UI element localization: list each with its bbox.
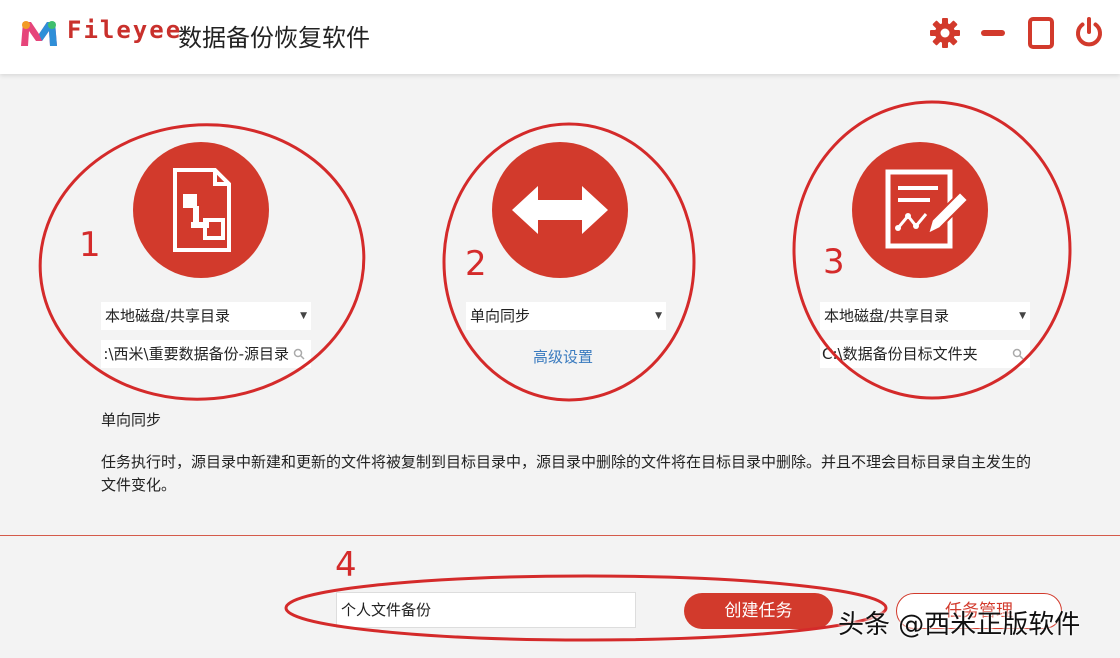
fileyee-logo-icon — [21, 21, 57, 46]
annotation-number: 4 — [335, 545, 357, 585]
settings-button[interactable] — [928, 16, 962, 50]
search-icon[interactable] — [1012, 348, 1024, 360]
close-button[interactable] — [1072, 16, 1106, 50]
target-button[interactable] — [852, 142, 988, 278]
target-type-value: 本地磁盘/共享目录 — [824, 307, 950, 325]
search-icon[interactable] — [293, 348, 305, 360]
advanced-settings-link[interactable]: 高级设置 — [533, 346, 593, 367]
footer-divider — [0, 535, 1120, 536]
source-path-input[interactable]: D:\西米\重要数据备份-源目录 — [101, 340, 311, 368]
task-name-input[interactable]: 个人文件备份 — [336, 592, 636, 628]
minimize-icon — [981, 30, 1005, 36]
source-type-select[interactable]: 本地磁盘/共享目录 ▼ — [101, 302, 311, 330]
maximize-button[interactable] — [1024, 16, 1058, 50]
file-tree-icon — [173, 168, 231, 252]
mode-button[interactable] — [492, 142, 628, 278]
gear-icon — [930, 18, 960, 48]
mode-description-text: 任务执行时，源目录中新建和更新的文件将被复制到目标目录中，源目录中删除的文件将在… — [101, 453, 1032, 494]
watermark-text: 头条 @西米正版软件 — [838, 610, 1081, 640]
maximize-icon — [1028, 17, 1054, 49]
minimize-button[interactable] — [976, 16, 1010, 50]
chevron-down-icon: ▼ — [300, 311, 307, 321]
create-task-button[interactable]: 创建任务 — [684, 593, 833, 629]
chevron-down-icon: ▼ — [655, 311, 662, 321]
chevron-down-icon: ▼ — [1019, 311, 1026, 321]
source-path-text: D:\西米\重要数据备份-源目录 — [103, 345, 289, 363]
title-bar: Fileyee 数据备份恢复软件 — [0, 0, 1120, 74]
annotation-number: 1 — [79, 225, 101, 265]
power-icon — [1076, 17, 1102, 47]
source-button[interactable] — [133, 142, 269, 278]
app-title: 数据备份恢复软件 — [178, 24, 370, 52]
sync-mode-select[interactable]: 单向同步 ▼ — [466, 302, 666, 330]
brand-name: Fileyee — [67, 16, 183, 44]
target-path-input[interactable]: C:\数据备份目标文件夹 — [820, 340, 1030, 368]
double-arrow-icon — [512, 186, 608, 234]
annotation-number: 2 — [465, 244, 487, 284]
target-path-text: C:\数据备份目标文件夹 — [822, 345, 978, 363]
sync-mode-value: 单向同步 — [470, 307, 531, 325]
edit-document-icon — [885, 169, 970, 249]
mode-description-title: 单向同步 — [101, 411, 162, 429]
target-type-select[interactable]: 本地磁盘/共享目录 ▼ — [820, 302, 1030, 330]
source-type-value: 本地磁盘/共享目录 — [105, 307, 231, 325]
annotation-number: 3 — [823, 242, 845, 282]
